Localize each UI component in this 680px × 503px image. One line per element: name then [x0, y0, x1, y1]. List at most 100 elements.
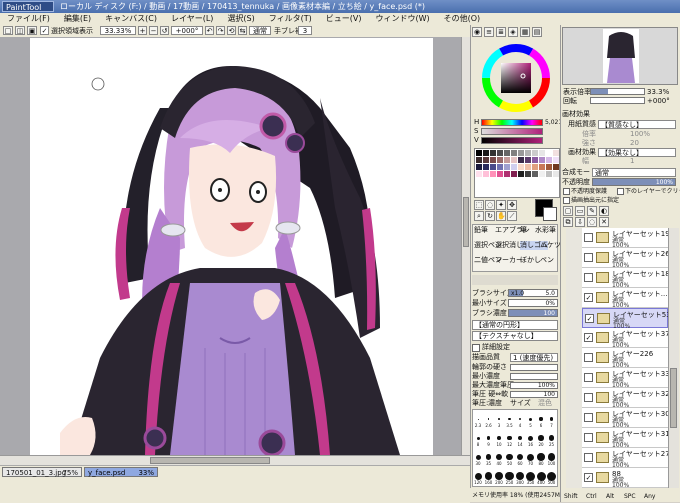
palette-swatch[interactable]: [511, 150, 517, 156]
brush-tool-bucket[interactable]: バケツ: [540, 241, 561, 250]
rgb-slider-icon[interactable]: ≡: [484, 27, 494, 37]
opacity-slider[interactable]: 100%: [592, 178, 676, 186]
palette-swatch[interactable]: [476, 171, 482, 177]
effect-select[interactable]: 【効果なし】: [598, 148, 676, 157]
palette-swatch[interactable]: [553, 171, 559, 177]
palette-swatch[interactable]: [490, 150, 496, 156]
invert-icon[interactable]: ◫: [15, 26, 25, 35]
size-preset[interactable]: 25: [547, 429, 557, 448]
palette-swatch[interactable]: [532, 164, 538, 170]
brush-tool-select-eraser[interactable]: 選択消し: [495, 241, 523, 250]
palette-swatch[interactable]: [497, 171, 503, 177]
mask-icon[interactable]: ◐: [599, 206, 609, 216]
min-density-slider[interactable]: [510, 373, 558, 380]
size-preset[interactable]: 12: [505, 429, 515, 448]
new-folder-icon[interactable]: ▭: [575, 206, 585, 216]
rotate-right-icon[interactable]: ↷: [216, 26, 225, 35]
menu-window[interactable]: ウィンドウ(W): [368, 13, 436, 25]
selection-source-checkbox[interactable]: [563, 197, 570, 204]
menu-file[interactable]: ファイル(F): [0, 13, 57, 25]
brush-preset-row[interactable]: [472, 275, 558, 285]
select-all-icon[interactable]: ▣: [27, 26, 37, 35]
zoom-icon[interactable]: ⌕: [474, 211, 484, 221]
palette-swatch[interactable]: [525, 171, 531, 177]
layer-row[interactable]: レイヤーセット19 通常 100%: [582, 228, 668, 249]
clipping-checkbox[interactable]: [617, 188, 624, 195]
pressure-density-checkbox[interactable]: 濃度: [488, 399, 502, 408]
size-preset[interactable]: 7: [547, 410, 557, 429]
palette-swatch[interactable]: [539, 150, 545, 156]
size-preset[interactable]: 6: [536, 410, 546, 429]
layer-row[interactable]: ✓ 88 通常 100%: [582, 468, 668, 488]
size-preset[interactable]: 500: [547, 467, 557, 486]
size-preset[interactable]: 9: [484, 429, 494, 448]
canvas[interactable]: [30, 38, 433, 455]
max-density-slider[interactable]: 100%: [510, 382, 558, 389]
palette-swatch[interactable]: [476, 157, 482, 163]
size-preset[interactable]: 3.5: [505, 410, 515, 429]
angle-field[interactable]: +000°: [171, 26, 203, 35]
navigator[interactable]: [562, 27, 678, 85]
visibility-toggle[interactable]: [584, 453, 593, 462]
menu-canvas[interactable]: キャンバス(C): [98, 13, 164, 25]
doc-tab-jpg[interactable]: 170501_01_3.jpg 75%: [2, 467, 82, 477]
merge-layer-icon[interactable]: ⇩: [575, 217, 585, 227]
size-preset[interactable]: 80: [536, 448, 546, 467]
horizontal-scroll-thumb[interactable]: [150, 457, 270, 464]
visibility-toggle[interactable]: [584, 353, 593, 362]
size-preset[interactable]: 16: [526, 429, 536, 448]
menu-filter[interactable]: フィルタ(T): [262, 13, 319, 25]
size-preset[interactable]: 30: [473, 448, 483, 467]
doc-tab-psd[interactable]: y_face.psd 33%: [84, 467, 158, 477]
palette-swatch[interactable]: [483, 150, 489, 156]
palette-swatch[interactable]: [518, 171, 524, 177]
blend-mode-select[interactable]: 通常: [592, 168, 676, 177]
value-slider[interactable]: [481, 137, 543, 144]
copy-layer-icon[interactable]: ⧉: [563, 217, 573, 227]
palette-swatch[interactable]: [497, 157, 503, 163]
size-preset[interactable]: 14: [515, 429, 525, 448]
palette-swatch[interactable]: [483, 171, 489, 177]
background-color-swatch[interactable]: [543, 207, 557, 221]
brush-size-slider[interactable]: x1.0 5.0: [508, 289, 558, 297]
layer-row[interactable]: レイヤー226 通常 100%: [582, 348, 668, 369]
brush-texture-select[interactable]: 【テクスチャなし】: [472, 331, 558, 341]
size-preset[interactable]: 200: [494, 467, 504, 486]
paper-texture-select[interactable]: 【質感なし】: [598, 120, 676, 129]
menu-other[interactable]: その他(O): [437, 13, 488, 25]
detail-toggle[interactable]: [472, 344, 480, 352]
layer-row[interactable]: ✓ レイヤーセット... 通常 100%: [582, 288, 668, 309]
size-preset[interactable]: 3: [494, 410, 504, 429]
palette-swatch[interactable]: [546, 157, 552, 163]
size-preset[interactable]: 20: [536, 429, 546, 448]
palette-swatch[interactable]: [532, 150, 538, 156]
layer-scrollbar[interactable]: [668, 228, 679, 488]
visibility-toggle[interactable]: ✓: [584, 473, 593, 482]
new-linework-icon[interactable]: ✎: [587, 206, 597, 216]
size-preset[interactable]: 160: [484, 467, 494, 486]
palette-swatch[interactable]: [532, 157, 538, 163]
layer-scroll-thumb[interactable]: [670, 368, 677, 428]
swatch-icon[interactable]: ▦: [520, 27, 530, 37]
palette-swatch[interactable]: [518, 164, 524, 170]
palette-swatch[interactable]: [525, 164, 531, 170]
visibility-toggle[interactable]: [584, 433, 593, 442]
palette-swatch[interactable]: [504, 157, 510, 163]
size-preset[interactable]: 70: [526, 448, 536, 467]
size-preset[interactable]: 35: [484, 448, 494, 467]
palette-swatch[interactable]: [476, 164, 482, 170]
brush-tool-brush[interactable]: 筆: [520, 226, 527, 235]
palette-swatch[interactable]: [532, 171, 538, 177]
vertical-scroll-thumb[interactable]: [463, 197, 469, 247]
rotate-left-icon[interactable]: ↶: [205, 26, 214, 35]
palette-swatch[interactable]: [490, 171, 496, 177]
brush-size-presets[interactable]: 2.3 2.6 3 3.5 4 5 6 7 8 9 10 12 14 16 20 25 30 35 40 50 60 70…: [472, 409, 558, 487]
delete-layer-icon[interactable]: ✕: [599, 217, 609, 227]
pressure-blend-checkbox[interactable]: 混色: [538, 399, 552, 408]
size-preset[interactable]: 350: [526, 467, 536, 486]
pressure-size-checkbox[interactable]: サイズ: [510, 399, 531, 408]
show-selection-checkbox[interactable]: ✓: [40, 26, 49, 35]
rotate-reset-icon[interactable]: ⟲: [227, 26, 236, 35]
palette-swatch[interactable]: [525, 150, 531, 156]
layer-row[interactable]: ✓ レイヤーセット37 通常 100%: [582, 328, 668, 349]
